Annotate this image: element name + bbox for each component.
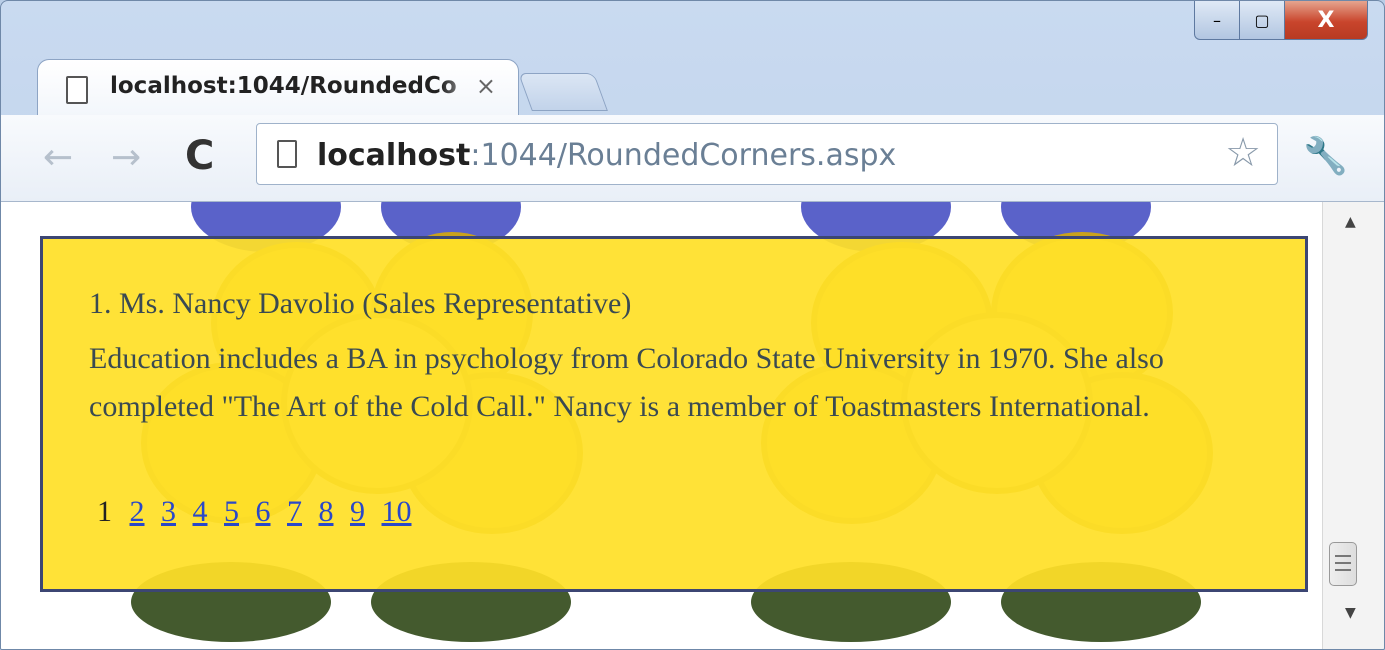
wrench-menu-icon[interactable]: 🔧 (1303, 135, 1348, 177)
url-host: localhost (317, 138, 471, 173)
pager-link[interactable]: 8 (319, 495, 334, 528)
page-icon (277, 140, 297, 168)
vertical-scrollbar[interactable]: ▲ ▼ (1322, 202, 1384, 649)
page-viewport: 1. Ms. Nancy Davolio (Sales Representati… (1, 202, 1323, 649)
address-bar[interactable]: localhost:1044/RoundedCorners.aspx ☆ (256, 123, 1278, 185)
close-window-button[interactable]: X (1285, 1, 1368, 40)
page-icon (66, 76, 88, 104)
forward-arrow-icon[interactable]: → (111, 137, 141, 178)
pager-current-page: 1 (97, 495, 112, 528)
browser-toolbar: ← → C localhost:1044/RoundedCorners.aspx… (1, 115, 1384, 202)
scroll-down-arrow-icon[interactable]: ▼ (1345, 605, 1356, 621)
pager: 1 2 3 4 5 6 7 8 9 10 (97, 495, 421, 529)
pager-link[interactable]: 6 (256, 495, 271, 528)
record-title: 1. Ms. Nancy Davolio (Sales Representati… (89, 287, 632, 320)
pager-link[interactable]: 10 (382, 495, 412, 528)
grip-line (1335, 569, 1351, 571)
grip-line (1335, 562, 1351, 564)
maximize-button[interactable]: ▢ (1240, 1, 1285, 40)
url-path: :1044/RoundedCorners.aspx (470, 138, 897, 173)
window-controls: – ▢ X (1194, 1, 1368, 45)
grip-line (1335, 555, 1351, 557)
record-body: Education includes a BA in psychology fr… (89, 342, 1164, 423)
bookmark-star-icon[interactable]: ☆ (1225, 130, 1261, 176)
reload-icon[interactable]: C (185, 133, 214, 179)
tab-close-icon[interactable]: × (476, 72, 496, 100)
maximize-icon: ▢ (1254, 10, 1270, 30)
pager-link[interactable]: 7 (287, 495, 302, 528)
scroll-up-arrow-icon[interactable]: ▲ (1345, 214, 1356, 230)
url-text: localhost:1044/RoundedCorners.aspx (317, 138, 896, 173)
pager-link[interactable]: 5 (224, 495, 239, 528)
pager-link[interactable]: 3 (161, 495, 176, 528)
pager-link[interactable]: 2 (130, 495, 145, 528)
pager-link[interactable]: 4 (193, 495, 208, 528)
back-arrow-icon[interactable]: ← (43, 137, 73, 178)
employee-record-panel: 1. Ms. Nancy Davolio (Sales Representati… (40, 236, 1308, 592)
close-icon: X (1317, 7, 1335, 33)
scrollbar-thumb[interactable] (1329, 542, 1357, 586)
browser-window: – ▢ X localhost:1044/RoundedCo × ← → C l… (0, 0, 1385, 650)
minimize-button[interactable]: – (1194, 1, 1240, 40)
tab-active[interactable]: localhost:1044/RoundedCo × (37, 59, 519, 118)
new-tab-button[interactable] (518, 73, 608, 111)
tab-title: localhost:1044/RoundedCo (110, 73, 457, 99)
tab-strip: localhost:1044/RoundedCo × (1, 45, 1384, 118)
minimize-icon: – (1213, 10, 1221, 30)
pager-link[interactable]: 9 (350, 495, 365, 528)
